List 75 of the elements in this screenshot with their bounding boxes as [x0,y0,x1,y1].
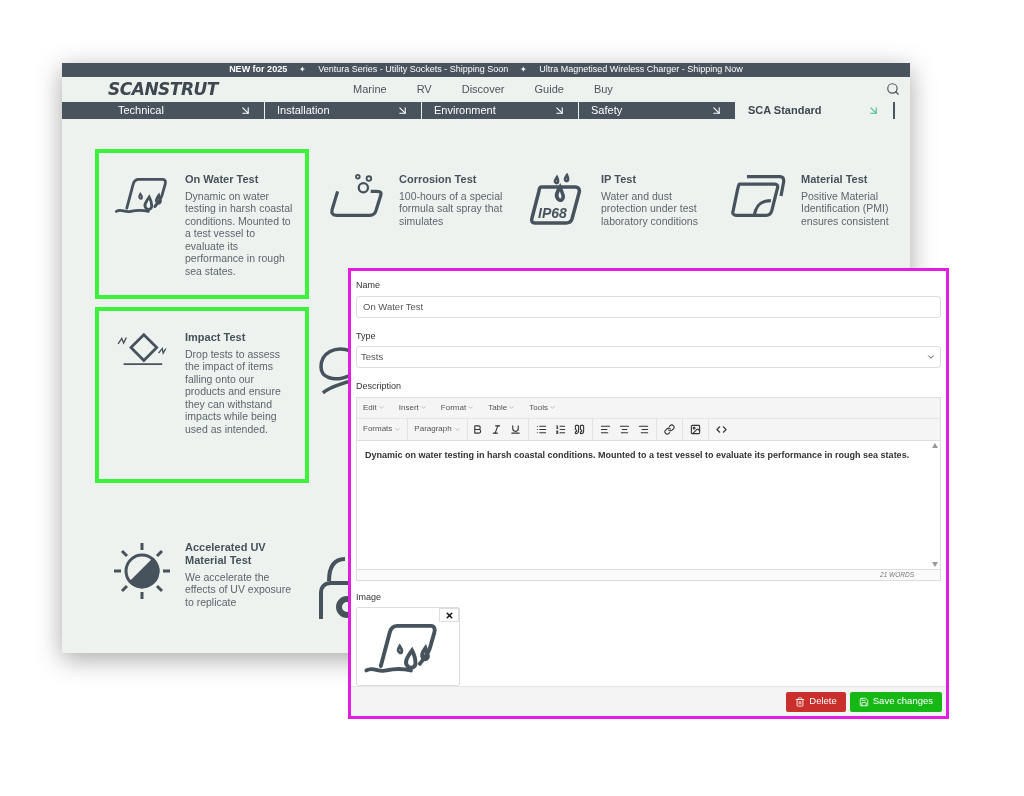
card-title: Material Test [801,172,869,186]
separator-glyph: ✦ [299,63,307,76]
category-tab[interactable]: Safety [579,102,736,119]
link-icon[interactable] [663,423,675,435]
test-card[interactable]: Impact Test Drop tests to assess the impact of items falling onto our products and ensure they can withstand impacts while being used as intended. [95,306,309,483]
align-left-icon[interactable] [599,423,611,435]
align-right-icon[interactable] [637,423,649,435]
category-tab[interactable]: Environment [422,102,579,119]
tray-bubbles-icon [328,172,384,219]
category-tab[interactable]: Technical [62,102,265,119]
italic-icon[interactable] [490,423,502,435]
card-description: Water and dust protection under test laboratory conditions [601,189,699,227]
trash-icon [795,696,806,707]
quote-icon[interactable] [573,423,585,435]
field-label: Name [356,279,381,292]
category-tab[interactable]: Installation [265,102,422,119]
caret-icon [419,404,427,411]
card-description: 100-hours of a special formula salt spray that simulates [399,189,504,227]
caret-icon [453,425,461,433]
caret-icon [508,404,516,411]
field-label: Image [356,590,382,604]
search-icon[interactable] [886,82,900,97]
chevron-icon [926,352,936,362]
editor-text: Dynamic on water testing in harsh coastal conditions. Mounted to a test vessel to evaluate its performance in rough sea states. [364,448,911,462]
card-title: Corrosion Test [399,172,478,186]
close-icon [444,610,454,620]
rating-label: IP68 [538,203,567,223]
separator-glyph: ✦ [520,63,528,76]
image-icon[interactable] [689,423,701,435]
card-title: Impact Test [185,330,247,344]
menu-item[interactable]: Edit [363,401,385,414]
logo: SCANSTRUT [108,77,221,101]
menu-item[interactable]: Format [440,401,475,414]
save-icon [858,696,869,707]
remove-image-button[interactable] [439,608,459,622]
padlock-icon [317,556,351,619]
card-description: Dynamic on water testing in harsh coastal conditions. Mounted to a test vessel to evaluate its performance in rough sea states. [185,189,294,277]
caret-icon [548,404,556,411]
test-card[interactable]: On Water Test Dynamic on water testing in harsh coastal conditions. Mounted to a test vessel to evaluate its performance in rough sea states. [95,148,309,299]
caret-icon [377,404,385,411]
name-field[interactable]: On Water Test [356,295,941,318]
nav-link[interactable]: Marine [353,81,387,98]
caret-icon [467,404,475,411]
delete-button[interactable]: Delete [786,691,846,712]
numbered-list-icon[interactable] [554,423,566,435]
announcement-text: NEW for 2025 [229,63,288,76]
card-description: Drop tests to assess the impact of items falling onto our products and ensure they can withstand impacts while being used as intended. [185,347,282,435]
card-title: Accelerated UV Material Test [185,540,267,567]
card-title: IP Test [601,172,638,186]
card-description: We accelerate the effects of UV exposure to replicate [185,570,293,608]
announcement-text: Ultra Magnetised Wireless Charger - Shipping Now [539,63,743,76]
test-card[interactable]: Accelerated UV Material Test We accelerate the effects of UV exposure to replicate [95,522,309,653]
nav-link[interactable]: Guide [534,81,564,98]
menu-item[interactable]: Insert [398,401,427,414]
nav-link[interactable]: Buy [593,81,613,98]
card-description: Positive Material Identification (PMI) ensures consistent [801,189,890,227]
align-center-icon[interactable] [618,423,630,435]
type-select[interactable]: Tests [356,346,941,368]
field-label: Type [356,329,377,343]
card-title: On Water Test [185,172,260,186]
dropdown-menu[interactable]: Paragraph [408,418,468,440]
bullet-list-icon[interactable] [535,423,547,435]
uv-sun-icon [112,540,172,601]
underline-icon[interactable] [509,423,521,435]
dropdown-menu[interactable]: Formats [357,418,409,440]
nav-link[interactable]: RV [416,81,432,98]
stacked-sheets-icon [730,172,786,219]
menu-item[interactable]: Tools [529,401,556,414]
announcement-text: Ventura Series - Utility Sockets - Shipping Soon [318,63,509,76]
bold-icon[interactable] [471,423,483,435]
menu-item[interactable]: Table [488,401,516,414]
nav-link[interactable]: Discover [461,81,505,98]
caret-icon [394,425,402,433]
code-icon[interactable] [715,423,727,435]
field-label: Description [356,380,403,393]
